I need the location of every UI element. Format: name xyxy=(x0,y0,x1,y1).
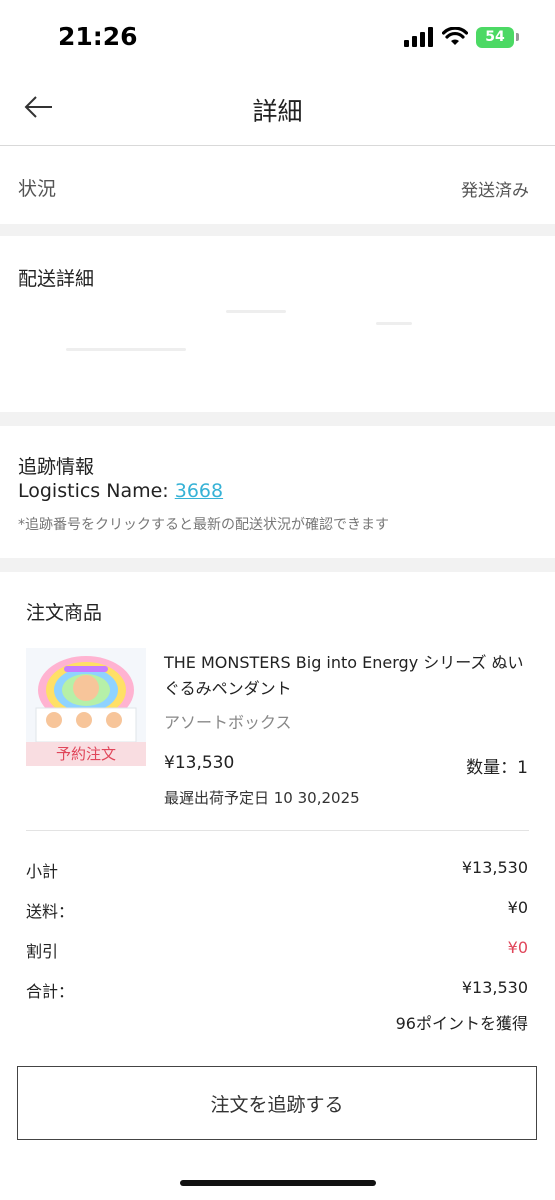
tracking-number-link[interactable]: 3668 xyxy=(175,480,223,502)
shipping-details-section: 配送詳細 xyxy=(0,236,555,412)
tracking-note: *追跡番号をクリックすると最新の配送状況が確認できます xyxy=(18,517,389,533)
points-earned: 96ポイントを獲得 xyxy=(395,1014,528,1033)
order-section: 注文商品 予約注文 THE MONSTERS Big into Energy シ… xyxy=(0,572,555,1060)
status-value: 発送済み xyxy=(461,181,529,201)
section-divider xyxy=(0,412,555,426)
battery-icon: 54 xyxy=(476,26,514,48)
discount-label: 割引 xyxy=(26,942,59,961)
home-indicator xyxy=(180,1180,376,1186)
subtotal-label: 小計 xyxy=(26,862,59,881)
battery-tip xyxy=(516,33,519,41)
section-divider xyxy=(0,224,555,236)
preorder-badge: 予約注文 xyxy=(26,742,146,766)
subtotal-value: ¥13,530 xyxy=(461,858,528,877)
order-status-row: 状況 発送済み xyxy=(0,146,555,224)
summary-divider xyxy=(26,830,529,831)
cellular-signal-icon xyxy=(404,27,433,47)
logistics-label: Logistics Name: xyxy=(18,480,175,502)
redacted-text xyxy=(376,322,412,325)
tracking-title: 追跡情報 xyxy=(18,456,95,478)
header: 詳細 xyxy=(0,72,555,146)
redacted-text xyxy=(66,348,186,351)
shipping-details-label: 配送詳細 xyxy=(18,268,95,290)
product-price: ¥13,530 xyxy=(164,753,235,773)
total-value: ¥13,530 xyxy=(461,978,528,997)
status-bar: 21:26 54 xyxy=(0,0,555,72)
status-label: 状況 xyxy=(18,178,57,200)
shipping-fee-label: 送料： xyxy=(26,902,75,921)
product-name[interactable]: THE MONSTERS Big into Energy シリーズ ぬいぐるみペ… xyxy=(164,650,534,702)
shipping-fee-value: ¥0 xyxy=(507,898,528,917)
logistics-line: Logistics Name: 3668 xyxy=(18,480,223,502)
latest-ship-date: 最遅出荷予定日 10 30,2025 xyxy=(164,789,360,807)
status-icons: 54 xyxy=(404,26,519,48)
wifi-icon xyxy=(442,27,468,45)
product-variant: アソートボックス xyxy=(164,713,292,732)
section-divider xyxy=(0,558,555,572)
page-title: 詳細 xyxy=(252,97,303,126)
order-title: 注文商品 xyxy=(26,602,103,624)
product-thumbnail[interactable]: 予約注文 xyxy=(26,648,146,766)
discount-value: ¥0 xyxy=(507,938,528,957)
status-time: 21:26 xyxy=(58,22,138,51)
redacted-text xyxy=(226,310,286,313)
product-quantity: 数量：1 xyxy=(466,758,528,778)
tracking-section: 追跡情報 Logistics Name: 3668 *追跡番号をクリックすると最… xyxy=(0,426,555,558)
track-order-button[interactable]: 注文を追跡する xyxy=(17,1066,537,1140)
battery-level: 54 xyxy=(485,29,505,45)
total-label: 合計： xyxy=(26,982,75,1001)
